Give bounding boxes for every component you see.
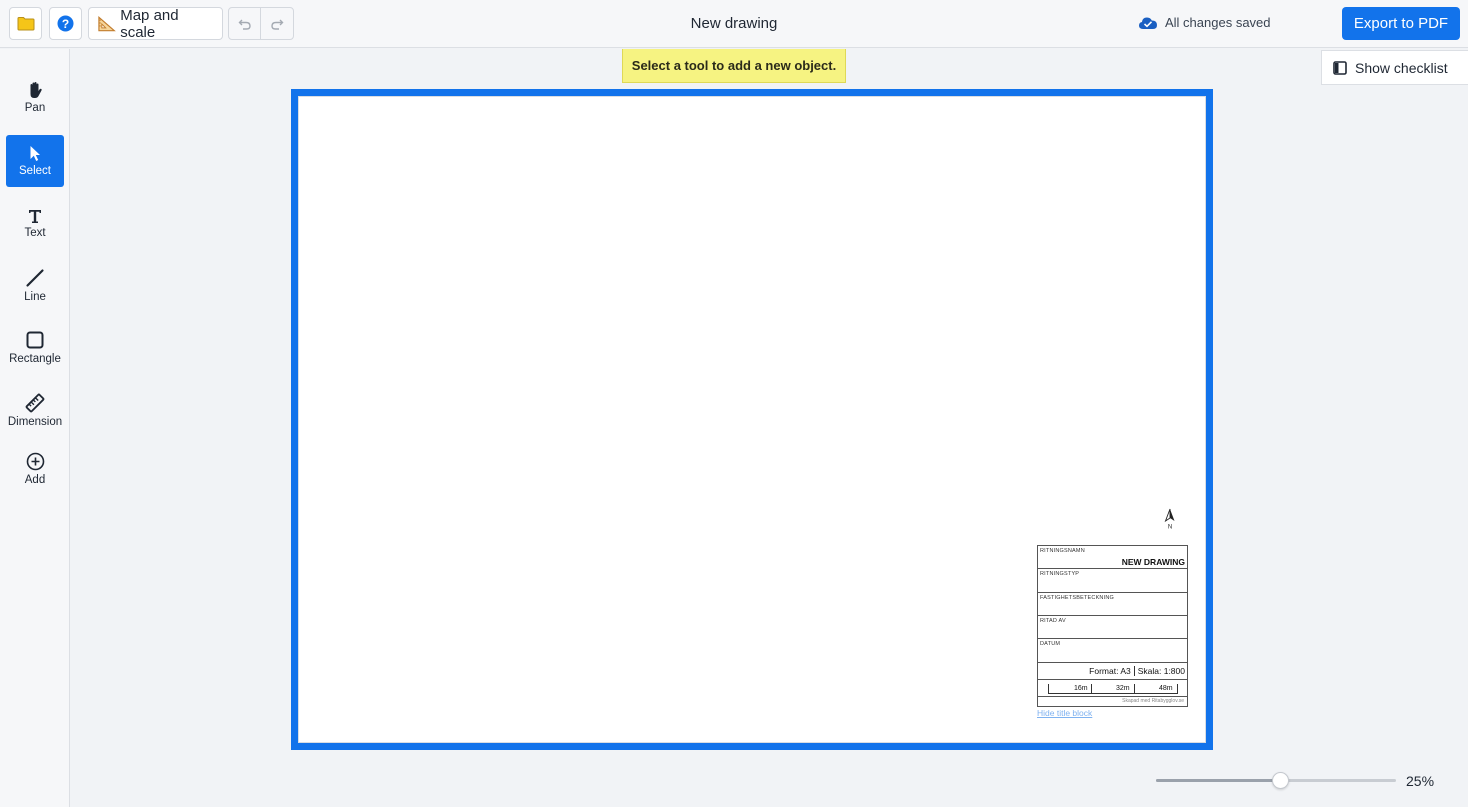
- tool-rectangle[interactable]: Rectangle: [6, 321, 64, 373]
- drawn-by-label: RITAD AV: [1040, 618, 1066, 624]
- scale-bar-label: 32m: [1116, 685, 1130, 692]
- scale-bar-tick: [1048, 684, 1049, 694]
- scale-bar-line: [1048, 693, 1178, 694]
- rectangle-icon: [26, 331, 44, 348]
- tool-select[interactable]: Select: [6, 135, 64, 187]
- show-checklist-label: Show checklist: [1355, 59, 1448, 76]
- tool-line-label: Line: [24, 290, 46, 303]
- undo-button[interactable]: [229, 8, 262, 39]
- help-button[interactable]: ?: [49, 7, 82, 40]
- tool-text[interactable]: Text: [6, 197, 64, 249]
- tool-add-label: Add: [24, 474, 46, 486]
- tool-text-label: Text: [24, 226, 46, 239]
- redo-button[interactable]: [261, 8, 293, 39]
- undo-icon: [238, 19, 251, 30]
- tool-rectangle-label: Rectangle: [9, 352, 61, 365]
- format-value: Format: A3: [1089, 666, 1131, 676]
- tool-pan-label: Pan: [24, 101, 46, 114]
- title-block-name-row: RITNINGSNAMN NEW DRAWING: [1038, 546, 1187, 569]
- tool-pan[interactable]: Pan: [6, 71, 64, 123]
- title-block-property-row: FASTIGHETSBETECKNING: [1038, 593, 1187, 616]
- set-square-icon: [98, 15, 116, 31]
- scale-bar-tick: [1134, 684, 1135, 694]
- export-pdf-button[interactable]: Export to PDF: [1342, 7, 1460, 40]
- save-status-label: All changes saved: [1165, 15, 1271, 30]
- undo-redo-group: [228, 7, 294, 40]
- title-block-format-row: Format: A3 Skala: 1:800: [1038, 663, 1187, 680]
- drawing-name-label: RITNINGSNAMN: [1040, 548, 1085, 554]
- tool-hint-banner: Select a tool to add a new object.: [622, 49, 846, 83]
- property-label: FASTIGHETSBETECKNING: [1040, 595, 1114, 601]
- zoom-slider-thumb[interactable]: [1272, 772, 1290, 789]
- drawing-name-value: NEW DRAWING: [1121, 557, 1185, 567]
- north-arrow[interactable]: N: [1162, 508, 1178, 531]
- format-separator: [1133, 666, 1135, 676]
- tool-line[interactable]: Line: [6, 259, 64, 311]
- sidebar-panel-icon: [1333, 60, 1347, 75]
- zoom-slider-fill: [1156, 779, 1281, 782]
- tool-select-label: Select: [19, 165, 51, 177]
- zoom-level-label: 25%: [1406, 773, 1435, 789]
- top-toolbar: ? Map and scale New drawing All changes …: [0, 0, 1468, 48]
- folder-icon: [17, 17, 34, 31]
- title-block-drawn-by-row: RITAD AV: [1038, 616, 1187, 639]
- scale-value: Skala: 1:800: [1137, 666, 1185, 676]
- date-label: DATUM: [1040, 641, 1061, 647]
- line-icon: [26, 268, 44, 287]
- redo-icon: [271, 19, 284, 30]
- tool-sidebar: Pan Select Text Line Rectangle Dimension…: [0, 49, 70, 807]
- zoom-slider[interactable]: [1156, 772, 1396, 789]
- north-label: N: [1168, 525, 1172, 531]
- tool-dimension[interactable]: Dimension: [6, 384, 64, 436]
- ruler-icon: [25, 393, 45, 412]
- scale-bar-tick: [1177, 684, 1178, 694]
- title-block-credit: Skapad med Ritabygglov.se: [1122, 698, 1184, 704]
- scale-bar-tick: [1091, 684, 1092, 694]
- hide-title-block-link[interactable]: Hide title block: [1037, 708, 1092, 718]
- document-title[interactable]: New drawing: [634, 15, 834, 32]
- cloud-check-icon: [1139, 17, 1157, 29]
- save-status: All changes saved: [1138, 15, 1271, 30]
- scale-bar-label: 16m: [1074, 685, 1088, 692]
- title-block[interactable]: RITNINGSNAMN NEW DRAWING RITNINGSTYP FAS…: [1037, 545, 1188, 707]
- scale-bar: 16m 32m 48m: [1038, 680, 1187, 697]
- tool-dimension-label: Dimension: [7, 415, 63, 428]
- scale-bar-label: 48m: [1159, 685, 1173, 692]
- hand-icon: [30, 81, 42, 98]
- map-and-scale-label: Map and scale: [120, 6, 179, 41]
- svg-text:?: ?: [62, 17, 69, 31]
- open-file-button[interactable]: [9, 7, 42, 40]
- title-block-type-row: RITNINGSTYP: [1038, 569, 1187, 593]
- text-icon: [29, 209, 41, 223]
- drawing-type-label: RITNINGSTYP: [1040, 571, 1080, 577]
- plus-circle-icon: [26, 452, 44, 471]
- tool-add[interactable]: Add: [6, 443, 64, 495]
- north-arrow-icon: N: [1164, 508, 1175, 531]
- cursor-icon: [30, 146, 40, 161]
- show-checklist-button[interactable]: Show checklist: [1321, 50, 1468, 85]
- title-block-date-row: DATUM: [1038, 639, 1187, 663]
- map-and-scale-button[interactable]: Map and scale: [88, 6, 223, 41]
- help-icon: ?: [57, 15, 74, 32]
